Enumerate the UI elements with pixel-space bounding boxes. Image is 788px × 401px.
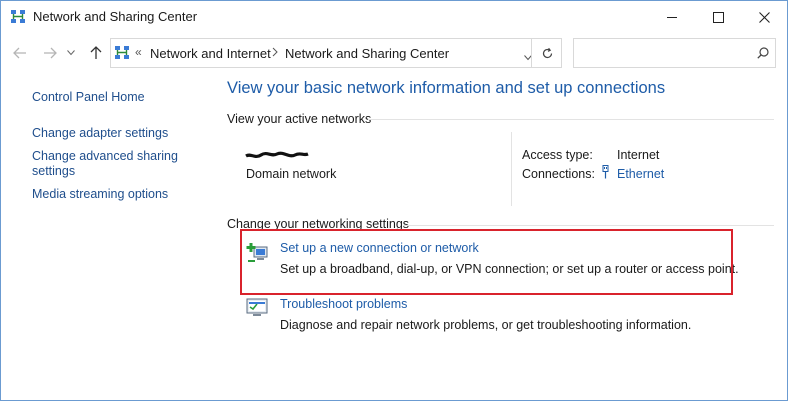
navigation-bar: « Network and Internet Network and Shari… — [1, 35, 787, 71]
divider — [368, 119, 774, 120]
recent-locations-button[interactable] — [65, 43, 77, 63]
back-button[interactable] — [10, 43, 30, 63]
forward-arrow-icon — [44, 47, 57, 59]
redacted-network-name — [245, 151, 309, 159]
forward-button[interactable] — [40, 43, 60, 63]
close-button[interactable] — [741, 1, 787, 33]
troubleshoot-description: Diagnose and repair network problems, or… — [280, 318, 692, 332]
divider — [403, 225, 774, 226]
window-title: Network and Sharing Center — [33, 9, 198, 24]
change-advanced-sharing-link-cont[interactable]: settings — [32, 164, 75, 179]
address-bar[interactable]: « Network and Internet Network and Shari… — [110, 38, 562, 68]
search-icon[interactable] — [757, 46, 769, 64]
window: Network and Sharing Center « Network and… — [0, 0, 788, 401]
breadcrumb-network-and-sharing-center[interactable]: Network and Sharing Center — [285, 46, 449, 61]
refresh-icon — [542, 47, 552, 58]
back-arrow-icon — [13, 47, 26, 59]
up-arrow-icon — [90, 46, 102, 59]
refresh-button[interactable] — [531, 39, 562, 67]
chevron-down-icon — [67, 50, 75, 56]
ethernet-connection-link[interactable]: Ethernet — [617, 167, 664, 181]
maximize-button[interactable] — [695, 1, 741, 33]
highlight-box — [240, 229, 733, 295]
page-title: View your basic network information and … — [227, 79, 666, 97]
media-streaming-options-link[interactable]: Media streaming options — [32, 187, 168, 202]
breadcrumb-network-and-internet[interactable]: Network and Internet — [150, 46, 271, 61]
network-sharing-icon — [10, 9, 26, 25]
up-button[interactable] — [86, 43, 106, 63]
access-type-label: Access type: — [522, 148, 593, 162]
change-adapter-settings-link[interactable]: Change adapter settings — [32, 126, 168, 141]
divider — [511, 132, 512, 206]
network-type: Domain network — [246, 167, 337, 181]
search-input[interactable] — [573, 38, 776, 68]
active-networks-label: View your active networks — [227, 112, 372, 126]
ethernet-icon — [601, 165, 610, 182]
breadcrumb-separator-icon[interactable] — [272, 46, 278, 60]
network-sharing-icon — [114, 45, 130, 66]
control-panel-home-link[interactable]: Control Panel Home — [32, 90, 145, 105]
title-bar: Network and Sharing Center — [1, 1, 787, 33]
breadcrumb-overflow[interactable]: « — [135, 45, 142, 59]
change-advanced-sharing-link[interactable]: Change advanced sharing — [32, 149, 178, 164]
minimize-button[interactable] — [649, 1, 695, 33]
access-type-value: Internet — [617, 148, 660, 162]
troubleshoot-icon[interactable] — [246, 298, 268, 323]
troubleshoot-link[interactable]: Troubleshoot problems — [280, 297, 407, 311]
connections-label: Connections: — [522, 167, 595, 181]
